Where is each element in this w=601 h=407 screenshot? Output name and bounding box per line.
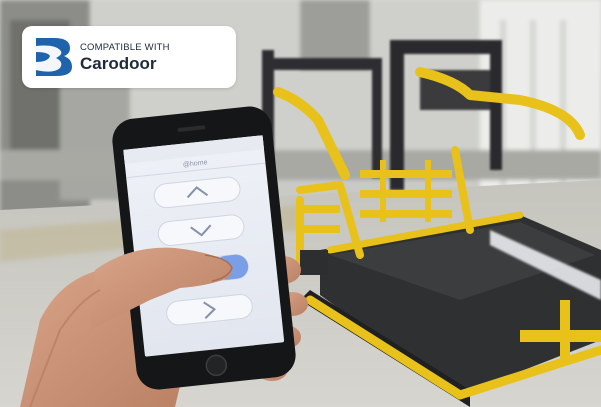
badge-brand: Carodoor [80, 54, 157, 73]
compatibility-badge: COMPATIBLE WITH Carodoor [22, 26, 236, 88]
badge-kicker: COMPATIBLE WITH [80, 42, 170, 53]
carodoor-logo-icon [36, 38, 72, 76]
product-photo: @home COMPATIBLE WITH Carodoor [0, 0, 601, 407]
